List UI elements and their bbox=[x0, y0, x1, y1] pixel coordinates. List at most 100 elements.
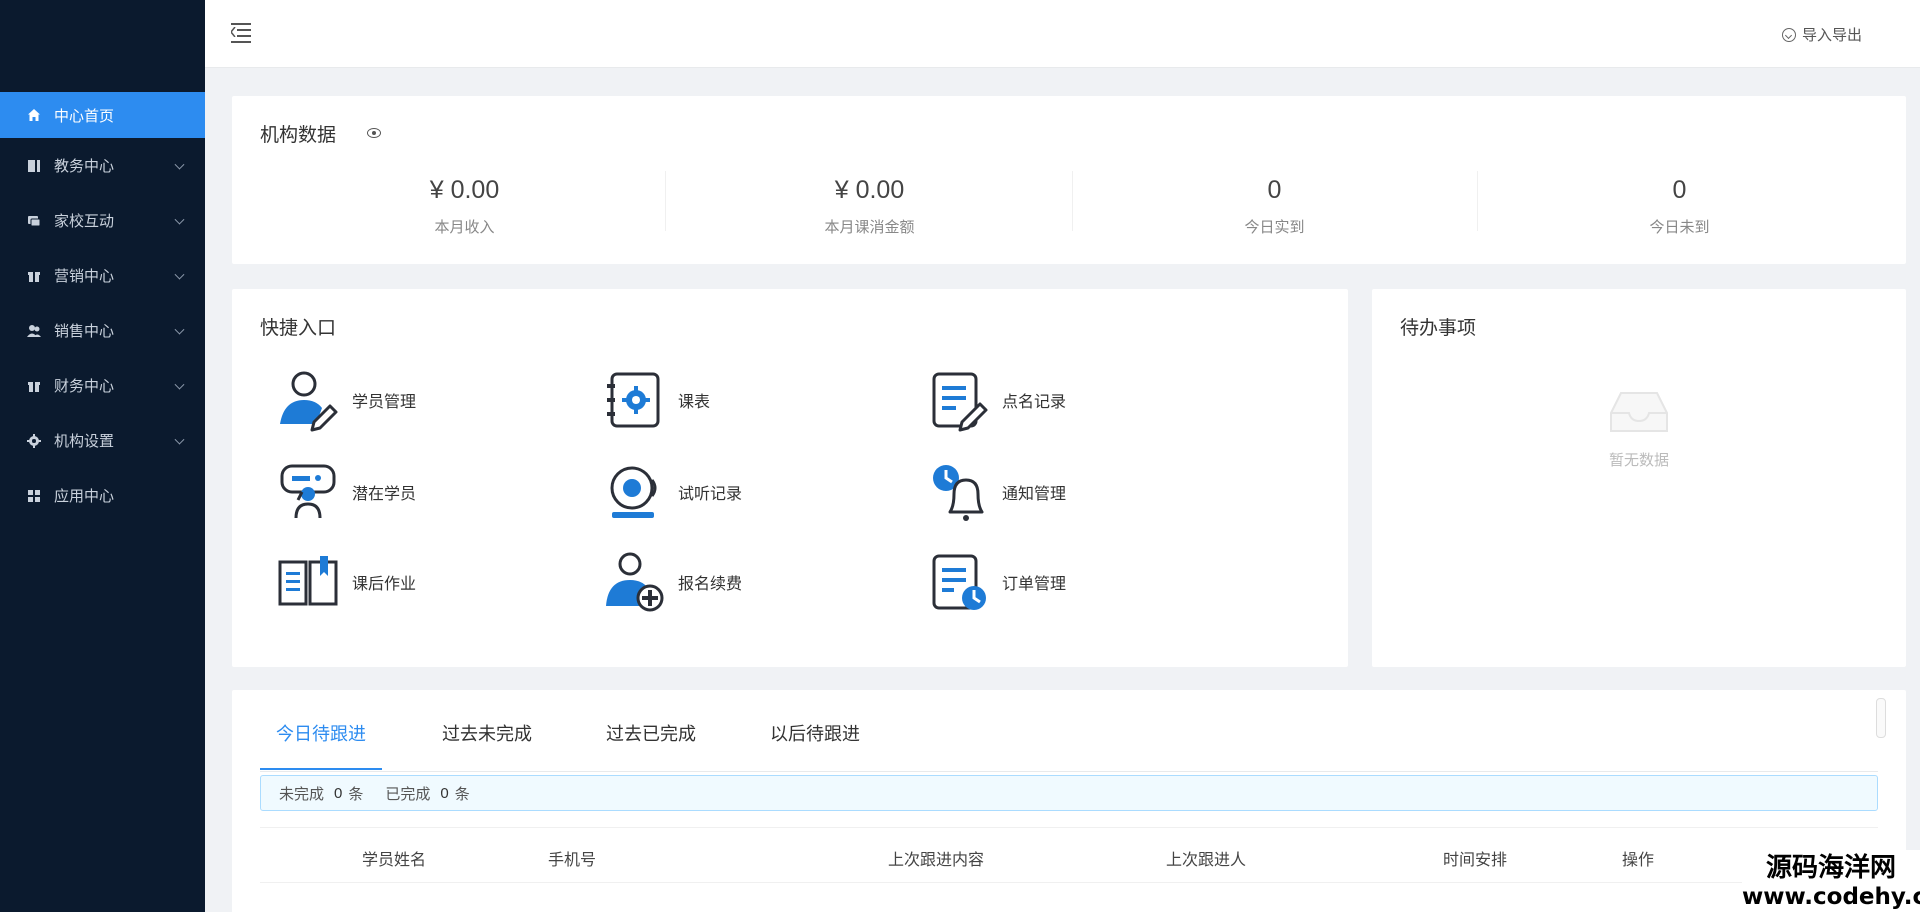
quick-entry-title: 快捷入口 bbox=[260, 318, 337, 339]
stat-value: 0 bbox=[1267, 176, 1282, 204]
gear-icon bbox=[26, 433, 42, 449]
incomplete-count: 0 bbox=[334, 784, 343, 802]
logo-area bbox=[0, 0, 205, 92]
followup-table-header: 学员姓名 手机号 上次跟进内容 上次跟进人 时间安排 操作 bbox=[260, 827, 1878, 883]
prospect-chat-icon bbox=[276, 460, 340, 524]
complete-label: 已完成 bbox=[385, 785, 431, 803]
sidebar-item-marketing[interactable]: 营销中心 bbox=[0, 248, 205, 303]
stat-value: 0 bbox=[1672, 176, 1687, 204]
menu-fold-icon[interactable] bbox=[231, 22, 253, 43]
quick-label: 学员管理 bbox=[352, 394, 417, 411]
gift-icon bbox=[26, 268, 42, 284]
divider bbox=[665, 171, 666, 231]
watermark: 源码海洋网 www.codehy.com bbox=[1742, 850, 1920, 912]
chevron-down-icon bbox=[174, 214, 185, 225]
sidebar-item-finance[interactable]: 财务中心 bbox=[0, 358, 205, 413]
tab-future[interactable]: 以后待跟进 bbox=[770, 720, 860, 770]
sidebar-item-label: 营销中心 bbox=[54, 268, 115, 285]
quick-label: 潜在学员 bbox=[352, 486, 417, 503]
stat-monthly-income: ¥ 0.00 本月收入 bbox=[262, 96, 667, 264]
stat-label: 今日未到 bbox=[1649, 219, 1710, 236]
quick-roll-call[interactable]: 点名记录 bbox=[926, 365, 1186, 435]
sidebar-item-home-school[interactable]: 家校互动 bbox=[0, 193, 205, 248]
tab-today[interactable]: 今日待跟进 bbox=[260, 720, 382, 770]
tab-past-complete[interactable]: 过去已完成 bbox=[606, 720, 696, 770]
col-actions: 操作 bbox=[1622, 852, 1655, 869]
col-phone: 手机号 bbox=[548, 852, 597, 869]
tabs-divider bbox=[260, 771, 1878, 772]
chat-icon bbox=[26, 213, 42, 229]
sidebar-item-label: 家校互动 bbox=[54, 213, 115, 230]
student-edit-icon bbox=[276, 368, 340, 432]
quick-label: 报名续费 bbox=[678, 576, 743, 593]
quick-schedule[interactable]: 课表 bbox=[602, 365, 862, 435]
sidebar-item-label: 财务中心 bbox=[54, 378, 115, 395]
quick-homework[interactable]: 课后作业 bbox=[276, 547, 536, 617]
col-last-follower: 上次跟进人 bbox=[1166, 852, 1247, 869]
quick-label: 订单管理 bbox=[1002, 576, 1067, 593]
stat-value: ¥ 0.00 bbox=[429, 176, 500, 204]
quick-notifications[interactable]: 通知管理 bbox=[926, 457, 1186, 527]
sidebar-item-sales[interactable]: 销售中心 bbox=[0, 303, 205, 358]
users-icon bbox=[26, 323, 42, 339]
sidebar-item-home[interactable]: 中心首页 bbox=[0, 92, 205, 138]
sidebar-item-label: 教务中心 bbox=[54, 158, 115, 175]
quick-label: 通知管理 bbox=[1002, 486, 1067, 503]
download-icon bbox=[1781, 27, 1796, 42]
sidebar-item-label: 机构设置 bbox=[54, 433, 115, 450]
open-book-icon bbox=[276, 550, 340, 614]
bell-ring-icon bbox=[602, 460, 666, 524]
chevron-down-icon bbox=[174, 269, 185, 280]
sidebar-item-label: 销售中心 bbox=[54, 323, 115, 340]
import-export-button[interactable]: 导入导出 bbox=[1781, 24, 1862, 45]
org-data-card: 机构数据 ¥ 0.00 本月收入 ¥ 0.00 本月课消金额 0 今日实到 0 … bbox=[232, 96, 1906, 264]
stat-today-absent: 0 今日未到 bbox=[1477, 96, 1882, 264]
quick-student-management[interactable]: 学员管理 bbox=[276, 365, 536, 435]
tab-past-incomplete[interactable]: 过去未完成 bbox=[442, 720, 532, 770]
top-header: 导入导出 bbox=[205, 0, 1920, 68]
todo-title: 待办事项 bbox=[1400, 318, 1477, 339]
stat-label: 今日实到 bbox=[1244, 219, 1305, 236]
col-student-name: 学员姓名 bbox=[362, 852, 427, 869]
chevron-down-icon bbox=[174, 159, 185, 170]
grid-icon bbox=[26, 488, 42, 504]
todo-card: 待办事项 暂无数据 bbox=[1372, 289, 1906, 667]
stat-label: 本月课消金额 bbox=[824, 219, 915, 236]
quick-label: 课表 bbox=[678, 394, 711, 411]
stat-value: ¥ 0.00 bbox=[834, 176, 905, 204]
sidebar: 中心首页 教务中心 家校互动 营销中心 销售中心 财务中心 机构设置 应用中心 bbox=[0, 0, 205, 912]
schedule-gear-icon bbox=[602, 368, 666, 432]
empty-inbox-icon bbox=[1609, 389, 1669, 434]
sidebar-item-settings[interactable]: 机构设置 bbox=[0, 413, 205, 468]
sidebar-item-label: 应用中心 bbox=[54, 488, 115, 505]
sidebar-item-apps[interactable]: 应用中心 bbox=[0, 468, 205, 523]
watermark-line2: www.codehy.com bbox=[1742, 884, 1920, 910]
chevron-down-icon bbox=[174, 324, 185, 335]
complete-count: 0 bbox=[440, 784, 449, 802]
user-add-icon bbox=[602, 550, 666, 614]
quick-orders[interactable]: 订单管理 bbox=[926, 547, 1186, 617]
import-export-label: 导入导出 bbox=[1801, 27, 1862, 44]
wallet-icon bbox=[26, 378, 42, 394]
chevron-down-icon bbox=[174, 434, 185, 445]
chevron-down-icon bbox=[174, 379, 185, 390]
scroll-handle[interactable] bbox=[1876, 698, 1886, 738]
quick-label: 点名记录 bbox=[1002, 394, 1067, 411]
followup-summary: 未完成 0 条 已完成 0 条 bbox=[260, 775, 1878, 811]
order-clock-icon bbox=[926, 550, 990, 614]
book-icon bbox=[26, 158, 42, 174]
quick-enroll-renew[interactable]: 报名续费 bbox=[602, 547, 862, 617]
alarm-bell-icon bbox=[926, 460, 990, 524]
col-last-content: 上次跟进内容 bbox=[888, 852, 985, 869]
col-schedule: 时间安排 bbox=[1443, 852, 1508, 869]
watermark-line1: 源码海洋网 bbox=[1765, 853, 1896, 883]
quick-entry-card: 快捷入口 学员管理 课表 点名记录 潜在学员 试听记录 通知管理 课后作业 报名… bbox=[232, 289, 1348, 667]
notepad-edit-icon bbox=[926, 368, 990, 432]
quick-trial-records[interactable]: 试听记录 bbox=[602, 457, 862, 527]
count-unit: 条 bbox=[454, 785, 470, 803]
sidebar-item-academic[interactable]: 教务中心 bbox=[0, 138, 205, 193]
incomplete-label: 未完成 bbox=[279, 785, 325, 803]
quick-prospect-students[interactable]: 潜在学员 bbox=[276, 457, 536, 527]
count-unit: 条 bbox=[348, 785, 364, 803]
quick-label: 课后作业 bbox=[352, 576, 417, 593]
